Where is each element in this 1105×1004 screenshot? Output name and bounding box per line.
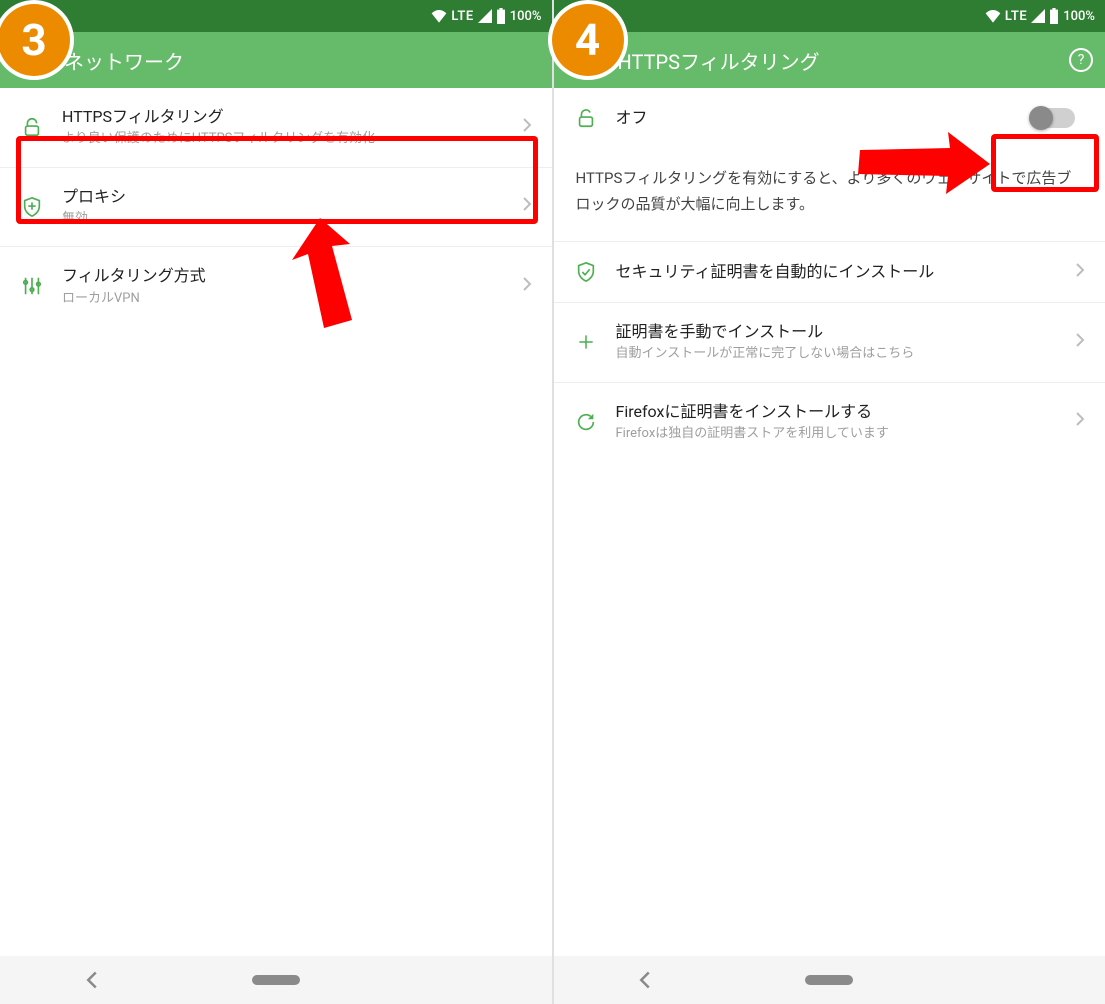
settings-list: HTTPSフィルタリング より良い保護のためにHTTPSフィルタリングを有効化 … — [0, 88, 552, 956]
sliders-icon — [20, 274, 44, 298]
item-subtitle: より良い保護のためにHTTPSフィルタリングを有効化 — [62, 130, 504, 148]
item-auto-install-cert[interactable]: セキュリティ証明書を自動的にインストール — [554, 242, 1105, 303]
item-firefox-cert[interactable]: Firefoxに証明書をインストールする Firefoxは独自の証明書ストアを利… — [554, 383, 1105, 462]
app-bar: ネットワーク — [0, 32, 552, 88]
item-title: フィルタリング方式 — [62, 265, 504, 287]
refresh-icon — [574, 410, 598, 434]
wifi-icon — [431, 9, 447, 23]
description-text: HTTPSフィルタリングを有効にすると、より多くのウェブサイトで広告ブロックの品… — [554, 148, 1105, 242]
chevron-right-icon — [522, 117, 532, 138]
item-manual-install-cert[interactable]: 証明書を手動でインストール 自動インストールが正常に完了しない場合はこちら — [554, 303, 1105, 383]
nav-home[interactable] — [236, 964, 316, 996]
nav-bar — [0, 956, 552, 1004]
settings-list: オフ HTTPSフィルタリングを有効にすると、より多くのウェブサイトで広告ブロッ… — [554, 88, 1105, 956]
screen-https-filtering: 4 LTE 100% HTTPSフィルタリング ? オフ — [554, 0, 1105, 1004]
network-type: LTE — [1005, 9, 1027, 24]
item-title: セキュリティ証明書を自動的にインストール — [616, 261, 1058, 283]
shield-icon — [20, 195, 44, 219]
plus-icon — [574, 330, 598, 354]
battery-icon — [496, 8, 506, 24]
item-title: HTTPSフィルタリング — [62, 106, 504, 128]
nav-recent[interactable] — [420, 964, 500, 996]
nav-back[interactable] — [52, 964, 132, 996]
item-proxy[interactable]: プロキシ 無効 — [0, 168, 552, 248]
step-badge-4: 4 — [552, 4, 624, 76]
item-subtitle: 無効 — [62, 210, 504, 228]
app-bar: HTTPSフィルタリング ? — [554, 32, 1105, 88]
chevron-right-icon — [522, 276, 532, 297]
page-title: HTTPSフィルタリング — [618, 46, 1050, 75]
lock-icon — [20, 115, 44, 139]
item-title: Firefoxに証明書をインストールする — [616, 401, 1058, 423]
item-filtering-method[interactable]: フィルタリング方式 ローカルVPN — [0, 247, 552, 326]
battery-icon — [1049, 8, 1059, 24]
signal-icon — [1031, 9, 1045, 23]
status-bar: LTE 100% — [0, 0, 552, 32]
nav-bar — [554, 956, 1105, 1004]
toggle-switch[interactable] — [1031, 108, 1075, 128]
battery-level: 100% — [510, 9, 542, 24]
chevron-right-icon — [522, 196, 532, 217]
network-type: LTE — [451, 9, 473, 24]
item-title: プロキシ — [62, 186, 504, 208]
item-subtitle: 自動インストールが正常に完了しない場合はこちら — [616, 345, 1058, 363]
nav-home[interactable] — [789, 964, 869, 996]
battery-level: 100% — [1063, 9, 1095, 24]
shield-check-icon — [574, 260, 598, 284]
screen-network: 3 LTE 100% ネットワーク HTTPSフィルタリング より良い保護のため… — [0, 0, 554, 1004]
item-toggle-https[interactable]: オフ — [554, 88, 1105, 148]
nav-recent[interactable] — [973, 964, 1053, 996]
step-badge-3: 3 — [0, 4, 70, 76]
toggle-label: オフ — [616, 107, 1014, 129]
chevron-right-icon — [1075, 262, 1085, 283]
item-title: 証明書を手動でインストール — [616, 321, 1058, 343]
page-title: ネットワーク — [64, 46, 540, 75]
status-bar: LTE 100% — [554, 0, 1105, 32]
item-subtitle: Firefoxは独自の証明書ストアを利用しています — [616, 425, 1058, 443]
chevron-right-icon — [1075, 411, 1085, 432]
item-https-filtering[interactable]: HTTPSフィルタリング より良い保護のためにHTTPSフィルタリングを有効化 — [0, 88, 552, 168]
chevron-right-icon — [1075, 332, 1085, 353]
wifi-icon — [985, 9, 1001, 23]
lock-open-icon — [574, 106, 598, 130]
help-button[interactable]: ? — [1069, 48, 1093, 72]
signal-icon — [478, 9, 492, 23]
item-subtitle: ローカルVPN — [62, 290, 504, 308]
nav-back[interactable] — [605, 964, 685, 996]
